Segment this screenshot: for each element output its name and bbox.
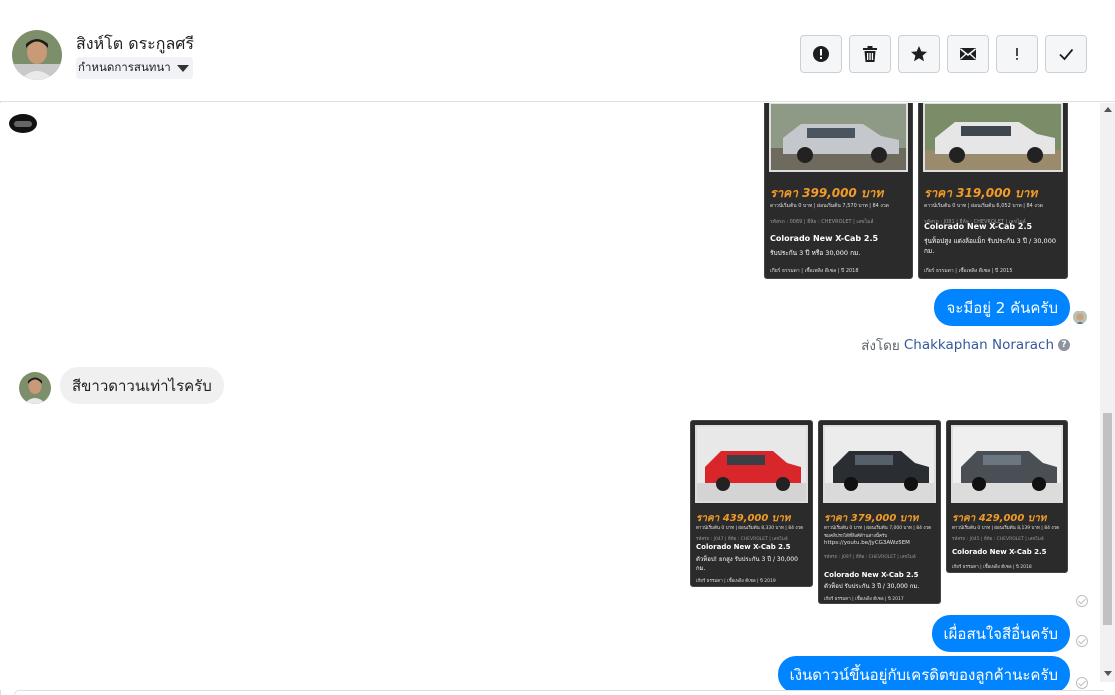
- card-finance: ดาวน์เริ่มต้น 0 บาท | ผ่อนเริ่มต้น 7,570…: [770, 203, 889, 209]
- car-card[interactable]: ราคา 399,000 บาท ดาวน์เริ่มต้น 0 บาท | ผ…: [764, 103, 913, 279]
- outgoing-message[interactable]: จะมีอยู่ 2 คันครับ: [934, 289, 1070, 326]
- card-price: ราคา 319,000 บาท: [924, 186, 1038, 200]
- card-footer: เกียร์ ธรรมดา | เชื้อเพลิง ดีเซล | ปี 20…: [824, 597, 904, 602]
- follow-up-button[interactable]: [996, 35, 1038, 73]
- header-actions: [800, 35, 1087, 73]
- exclamation-icon: [1016, 48, 1018, 60]
- check-icon: [1059, 48, 1074, 61]
- card-price: ราคา 399,000 บาท: [770, 186, 884, 200]
- card-finance: ดาวน์เริ่มต้น 0 บาท | ผ่อนเริ่มต้น 8,330…: [696, 526, 804, 531]
- card-footer: เกียร์ ธรรมดา | เชื้อเพลิง ดีเซล | ปี 20…: [696, 579, 776, 584]
- card-meta: รหัสรถ : J045 | ยี่ห้อ : CHEVROLET | เลข…: [952, 537, 1044, 542]
- card-model: Colorado New X-Cab 2.5: [824, 571, 919, 579]
- delete-button[interactable]: [849, 35, 891, 73]
- card-footer: เกียร์ ธรรมดา | เชื้อเพลิง ดีเซล | ปี 20…: [770, 268, 859, 274]
- star-button[interactable]: [898, 35, 940, 73]
- star-icon: [911, 46, 927, 62]
- caret-down-icon: [176, 64, 189, 72]
- spam-button[interactable]: [800, 35, 842, 73]
- car-card[interactable]: ราคา 439,000 บาท ดาวน์เริ่มต้น 0 บาท | ผ…: [690, 420, 813, 587]
- page-logo-avatar: [9, 114, 37, 133]
- card-meta: รหัสรถ : J097 | ยี่ห้อ : CHEVROLET | เลข…: [824, 555, 916, 560]
- trash-icon: [863, 46, 877, 62]
- card-model: Colorado New X-Cab 2.5: [696, 543, 791, 551]
- car-card[interactable]: ราคา 429,000 บาท ดาวน์เริ่มต้น 0 บาท | ผ…: [946, 420, 1068, 573]
- envelope-icon: [960, 48, 976, 60]
- card-model: Colorado New X-Cab 2.5: [924, 222, 1033, 231]
- card-finance: ดาวน์เริ่มต้น 0 บาท | ผ่อนเริ่มต้น 8,139…: [952, 526, 1060, 531]
- contact-avatar-small[interactable]: [19, 372, 51, 404]
- incoming-message[interactable]: สีขาวดาวนเท่าไรครับ: [60, 367, 224, 404]
- conversation-header: สิงห์โต ดระกูลศรี กำหนดการสนทนา: [0, 4, 1115, 102]
- card-meta: รหัสรถ : J047 | ยี่ห้อ : CHEVROLET | เลข…: [696, 537, 788, 542]
- card-footer: เกียร์ ธรรมดา | เชื้อเพลิง ดีเซล | ปี 20…: [952, 565, 1032, 570]
- card-meta: รหัสรถ : 0069 | ยี่ห้อ : CHEVROLET | เลข…: [770, 219, 874, 225]
- sent-by-agent-link[interactable]: Chakkaphan Norarach: [904, 337, 1054, 353]
- outgoing-message[interactable]: เผื่อสนใจสีอื่นครับ: [931, 615, 1070, 652]
- card-finance: ดาวน์เริ่มต้น 0 บาท | ผ่อนเริ่มต้น 7,000…: [824, 526, 932, 531]
- thread-scrollbar[interactable]: [1100, 103, 1115, 682]
- card-video-link[interactable]: https://youtu.be/JyCG3AWz5EM: [824, 540, 936, 546]
- seen-check-icon: [1076, 677, 1088, 689]
- scroll-down-arrow-icon[interactable]: [1104, 671, 1112, 676]
- help-icon[interactable]: ?: [1058, 339, 1070, 351]
- contact-avatar[interactable]: [12, 30, 62, 80]
- car-photo: [923, 103, 1063, 172]
- contact-name[interactable]: สิงห์โต ดระกูลศรี: [76, 32, 194, 57]
- outgoing-message[interactable]: เงินดาวน์ขึ้นอยู่กับเครดิตของลูกค้านะครั…: [777, 656, 1070, 690]
- mark-done-button[interactable]: [1045, 35, 1087, 73]
- scroll-up-arrow-icon[interactable]: [1104, 107, 1112, 112]
- car-card[interactable]: ราคา 379,000 บาท ดาวน์เริ่มต้น 0 บาท | ผ…: [818, 420, 941, 604]
- message-composer[interactable]: [14, 690, 1104, 695]
- car-photo: [769, 103, 908, 172]
- card-description: รุ่นท็อปสูง แต่งล้อแม็ก รับประกัน 3 ปี /…: [924, 237, 1056, 255]
- card-description: ตัวท็อป รับประกัน 3 ปี / 30,000 กม.: [824, 583, 920, 590]
- car-photo: [951, 425, 1063, 503]
- card-footer: เกียร์ ธรรมดา | เชื้อเพลิง ดีเซล | ปี 20…: [924, 268, 1013, 274]
- car-photo: [695, 425, 808, 503]
- card-model: Colorado New X-Cab 2.5: [770, 234, 879, 243]
- car-card[interactable]: ราคา 319,000 บาท ดาวน์เริ่มต้น 0 บาท | ผ…: [918, 103, 1068, 279]
- card-model: Colorado New X-Cab 2.5: [952, 548, 1047, 556]
- card-clip-note: ชมคลิปรถได้ที่ลิงค์ด้านล่างนี้ครับ: [824, 534, 888, 539]
- card-description: ตัวท็อป! ยกสูง รับประกัน 3 ปี / 30,000 ก…: [696, 556, 798, 572]
- seen-check-icon: [1076, 595, 1088, 607]
- card-description: รับประกัน 3 ปี หรือ 30,000 กม.: [770, 249, 861, 257]
- conversation-label-select[interactable]: กำหนดการสนทนา: [76, 57, 193, 79]
- message-thread[interactable]: ราคา 399,000 บาท ดาวน์เริ่มต้น 0 บาท | ผ…: [0, 103, 1100, 690]
- seen-check-icon: [1076, 635, 1088, 647]
- sent-by-note: ส่งโดย Chakkaphan Norarach ?: [861, 334, 1070, 356]
- card-finance: ดาวน์เริ่มต้น 0 บาท | ผ่อนเริ่มต้น 6,052…: [924, 203, 1043, 209]
- car-photo: [823, 425, 936, 503]
- label-select-text: กำหนดการสนทนา: [78, 60, 171, 74]
- mark-unread-button[interactable]: [947, 35, 989, 73]
- alert-circle-icon: [813, 46, 829, 62]
- sent-by-prefix: ส่งโดย: [861, 338, 900, 354]
- agent-avatar: [1073, 310, 1087, 324]
- scroll-thumb[interactable]: [1103, 413, 1112, 625]
